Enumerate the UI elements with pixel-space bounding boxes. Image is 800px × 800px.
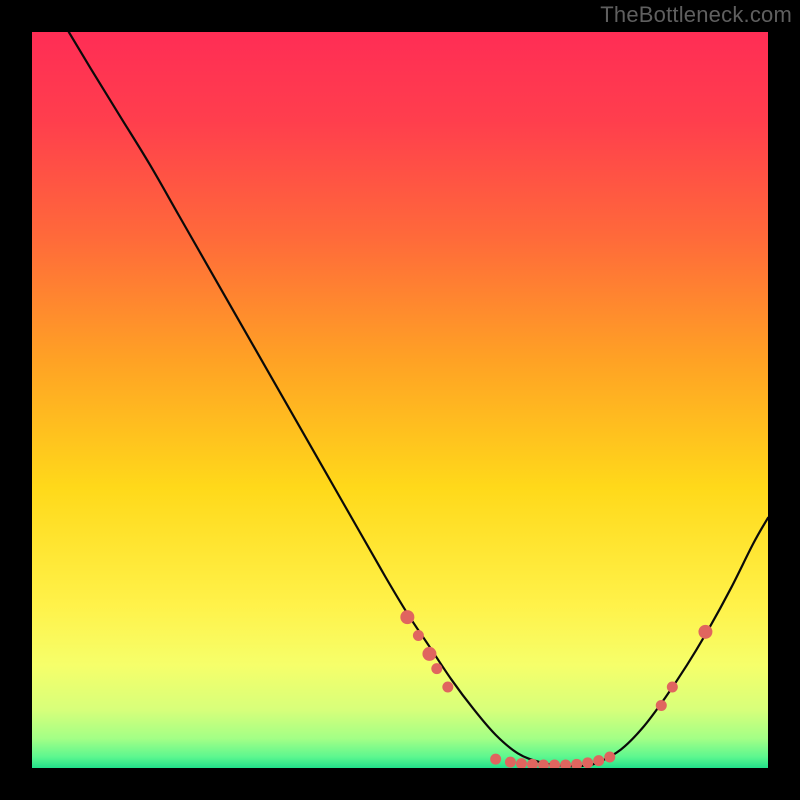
data-marker [505, 757, 516, 768]
gradient-background [32, 32, 768, 768]
data-marker [593, 755, 604, 766]
data-marker [490, 754, 501, 765]
data-marker [431, 663, 442, 674]
data-marker [604, 751, 615, 762]
chart-container: TheBottleneck.com [0, 0, 800, 800]
data-marker [422, 647, 436, 661]
data-marker [698, 625, 712, 639]
data-marker [582, 757, 593, 768]
watermark-text: TheBottleneck.com [600, 2, 792, 28]
data-marker [527, 759, 538, 770]
data-marker [560, 760, 571, 771]
data-marker [400, 610, 414, 624]
data-marker [516, 758, 527, 769]
data-marker [549, 760, 560, 771]
data-marker [442, 682, 453, 693]
data-marker [538, 760, 549, 771]
data-marker [656, 700, 667, 711]
data-marker [413, 630, 424, 641]
data-marker [571, 759, 582, 770]
bottleneck-chart [0, 0, 800, 800]
data-marker [667, 682, 678, 693]
